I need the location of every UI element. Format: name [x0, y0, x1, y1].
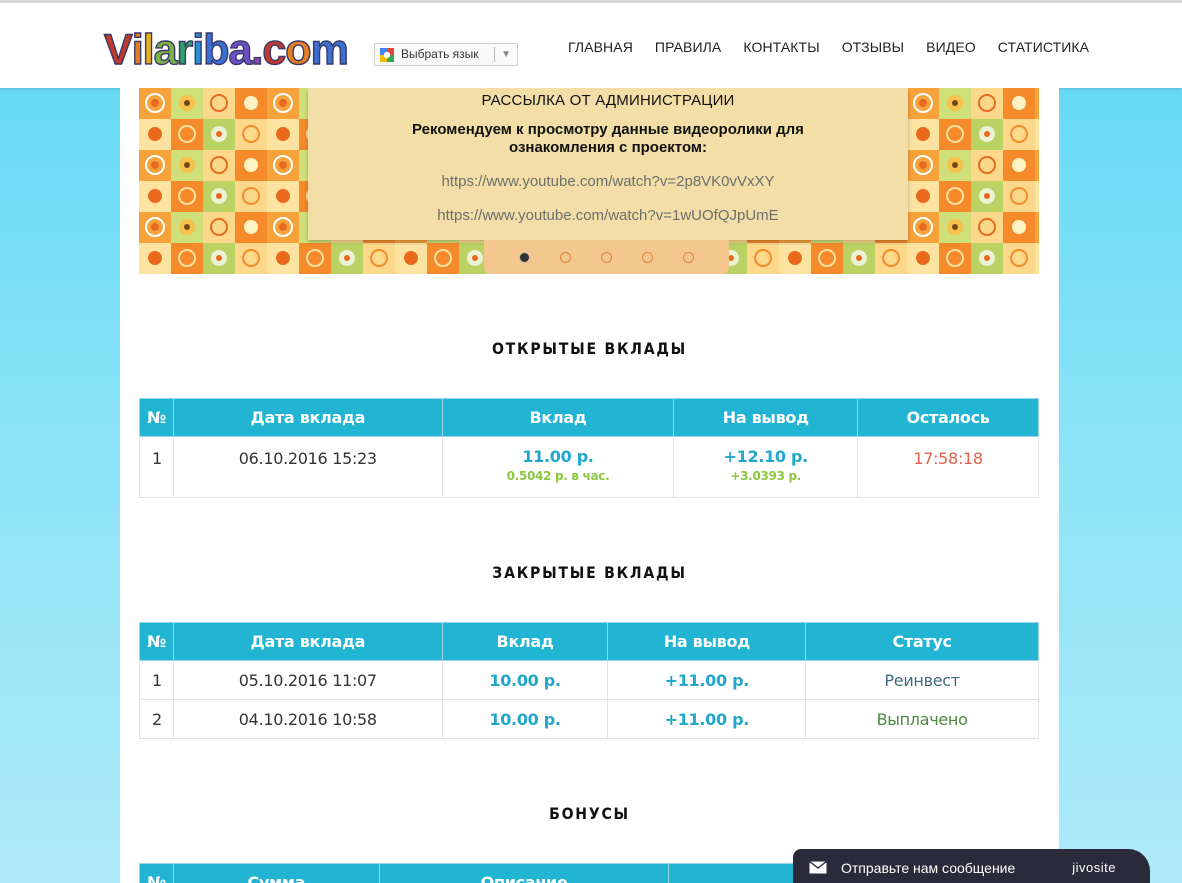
deposit-date: 04.10.2016 10:58: [172, 699, 443, 739]
table-header-row: № Дата вклада Вклад На вывод Осталось: [139, 398, 1039, 437]
deposit-amount-cell: 11.00 р. 0.5042 р. в час.: [441, 436, 675, 498]
payout-amount: +11.00 р.: [607, 699, 807, 739]
admin-notice: РАССЫЛКА ОТ АДМИНИСТРАЦИИ Рекомендуем к …: [308, 88, 908, 240]
column-header: №: [139, 863, 174, 883]
row-number: 1: [139, 660, 174, 700]
deposit-date: 05.10.2016 11:07: [172, 660, 443, 700]
video-link-2[interactable]: https://www.youtube.com/watch?v=1wUOfQJp…: [308, 207, 908, 224]
table-row: 1 06.10.2016 15:23 11.00 р. 0.5042 р. в …: [139, 436, 1039, 498]
video-link-1[interactable]: https://www.youtube.com/watch?v=2p8VK0vV…: [308, 173, 908, 190]
bonuses-title: БОНУСЫ: [549, 804, 630, 823]
column-header: Сумма: [172, 863, 380, 883]
table-row: 2 04.10.2016 10:58 10.00 р. +11.00 р. Вы…: [139, 699, 1039, 739]
column-header: №: [139, 398, 174, 437]
chat-widget[interactable]: Отправьте нам сообщение jivosite: [793, 849, 1150, 883]
deposit-amount: 10.00 р.: [441, 699, 609, 739]
slider-dot-4[interactable]: [642, 251, 653, 263]
table-row: 1 05.10.2016 11:07 10.00 р. +11.00 р. Ре…: [139, 660, 1039, 700]
nav-item-video[interactable]: ВИДЕО: [926, 39, 976, 55]
table-header-row: № Дата вклада Вклад На вывод Статус: [139, 622, 1039, 661]
open-deposits-title: ОТКРЫТЫЕ ВКЛАДЫ: [491, 339, 688, 358]
payout-cell: +12.10 р. +3.0393 р.: [673, 436, 859, 498]
column-header: Осталось: [857, 398, 1039, 437]
google-translate-icon: [380, 48, 394, 62]
nav-item-home[interactable]: ГЛАВНАЯ: [568, 39, 633, 55]
dropdown-arrow-icon[interactable]: ▼: [501, 44, 511, 65]
nav-item-reviews[interactable]: ОТЗЫВЫ: [842, 39, 904, 55]
column-header: Вклад: [441, 398, 675, 437]
pattern-banner: РАССЫЛКА ОТ АДМИНИСТРАЦИИ Рекомендуем к …: [139, 88, 1039, 274]
closed-deposits-title: ЗАКРЫТЫЕ ВКЛАДЫ: [492, 563, 687, 582]
site-logo[interactable]: Vilariba.com: [103, 25, 349, 75]
deposit-amount: 10.00 р.: [441, 660, 609, 700]
deposit-date: 06.10.2016 15:23: [172, 436, 443, 498]
main-content: РАССЫЛКА ОТ АДМИНИСТРАЦИИ Рекомендуем к …: [120, 88, 1059, 883]
slider-dot-1[interactable]: [519, 251, 530, 263]
slider-pagination: [484, 240, 729, 274]
deposit-amount: 11.00 р.: [522, 447, 594, 466]
deposit-status: Выплачено: [805, 699, 1039, 739]
nav-item-contacts[interactable]: КОНТАКТЫ: [743, 39, 819, 55]
column-header: Описание: [378, 863, 670, 883]
chat-label: Отправьте нам сообщение: [841, 860, 1016, 876]
notice-text: Рекомендуем к просмотру данные видеороли…: [412, 121, 804, 156]
hourly-rate: 0.5042 р. в час.: [506, 469, 610, 483]
main-nav: ГЛАВНАЯ ПРАВИЛА КОНТАКТЫ ОТЗЫВЫ ВИДЕО СТ…: [568, 39, 1111, 55]
column-header: №: [139, 622, 174, 661]
open-deposits-table: № Дата вклада Вклад На вывод Осталось 1 …: [139, 398, 1039, 498]
slider-dot-2[interactable]: [560, 251, 571, 263]
notice-title: РАССЫЛКА ОТ АДМИНИСТРАЦИИ: [481, 92, 735, 109]
nav-item-statistics[interactable]: СТАТИСТИКА: [998, 39, 1089, 55]
payout-accrued: +3.0393 р.: [730, 469, 802, 483]
language-selector-label: Выбрать язык: [401, 47, 479, 61]
payout-amount: +12.10 р.: [723, 447, 809, 466]
language-selector-divider: [494, 47, 495, 62]
slider-dot-5[interactable]: [683, 251, 694, 263]
chat-brand: jivosite: [1072, 860, 1116, 875]
row-number: 1: [139, 436, 174, 498]
column-header: Статус: [805, 622, 1039, 661]
nav-item-rules[interactable]: ПРАВИЛА: [655, 39, 721, 55]
column-header: На вывод: [673, 398, 859, 437]
row-number: 2: [139, 699, 174, 739]
column-header: Дата вклада: [172, 622, 443, 661]
language-selector[interactable]: Выбрать язык ▼: [374, 43, 518, 66]
site-header: Vilariba.com Выбрать язык ▼ ГЛАВНАЯ ПРАВ…: [0, 0, 1182, 88]
column-header: На вывод: [607, 622, 807, 661]
deposit-status: Реинвест: [805, 660, 1039, 700]
column-header: Вклад: [441, 622, 609, 661]
slider-dot-3[interactable]: [601, 251, 612, 263]
envelope-icon: [809, 861, 827, 874]
closed-deposits-table: № Дата вклада Вклад На вывод Статус 1 05…: [139, 622, 1039, 739]
column-header: Дата вклада: [172, 398, 443, 437]
payout-amount: +11.00 р.: [607, 660, 807, 700]
time-remaining: 17:58:18: [857, 436, 1039, 498]
